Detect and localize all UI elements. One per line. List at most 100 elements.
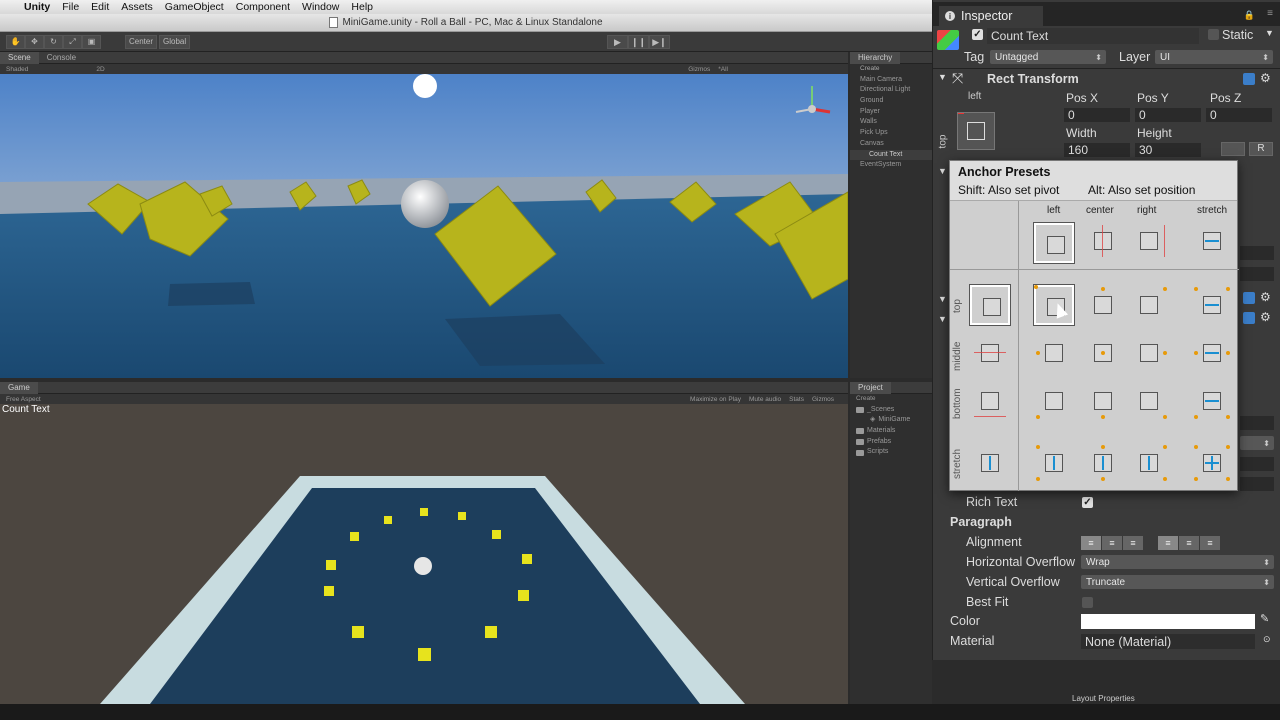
foldout-icon[interactable]: ▼ — [938, 314, 947, 324]
tab-inspector[interactable]: i Inspector — [939, 6, 1043, 26]
hierarchy-item[interactable]: Walls — [850, 117, 932, 128]
anchor-preset-right-middle[interactable] — [1133, 337, 1167, 369]
foldout-icon[interactable]: ▼ — [938, 166, 947, 176]
rect-transform-foldout-icon[interactable]: ▼ — [938, 72, 947, 82]
align-middle-icon[interactable]: ≡ — [1179, 536, 1199, 550]
align-top-icon[interactable]: ≡ — [1158, 536, 1178, 550]
anchor-preset-none-stretch[interactable] — [974, 447, 1006, 479]
menu-help[interactable]: Help — [351, 1, 373, 13]
menu-window[interactable]: Window — [302, 1, 339, 13]
menu-file[interactable]: File — [62, 1, 79, 13]
rich-text-checkbox[interactable]: ✓ — [1082, 497, 1093, 508]
anchor-preset-stretch-stretch[interactable] — [1194, 445, 1230, 481]
rect-tool-icon[interactable]: ▣ — [82, 34, 101, 49]
help-book-icon[interactable] — [1243, 312, 1255, 324]
pos-y-field[interactable]: 0 — [1135, 108, 1201, 122]
eyedropper-icon[interactable]: ✎ — [1260, 612, 1269, 625]
hidden-field[interactable] — [1240, 416, 1274, 430]
color-swatch[interactable] — [1081, 614, 1255, 629]
anchor-preset-none-top[interactable] — [970, 285, 1010, 325]
hierarchy-item[interactable]: Directional Light — [850, 85, 932, 96]
align-left-icon[interactable]: ≡ — [1081, 536, 1101, 550]
anchor-presets-button[interactable] — [957, 112, 995, 150]
hierarchy-item[interactable]: Player — [850, 107, 932, 118]
game-gizmos-dropdown[interactable]: Gizmos — [812, 396, 834, 403]
hierarchy-item[interactable]: Ground — [850, 96, 932, 107]
anchor-preset-right-none[interactable] — [1133, 225, 1165, 257]
maximize-on-play-toggle[interactable]: Maximize on Play — [690, 396, 741, 403]
menu-gameobject[interactable]: GameObject — [165, 1, 224, 13]
material-field[interactable]: None (Material) — [1081, 634, 1255, 649]
hand-tool-icon[interactable]: ✋ — [6, 34, 25, 49]
layout-properties-label[interactable]: Layout Properties — [1072, 694, 1135, 703]
hidden-field[interactable] — [1240, 246, 1274, 260]
hidden-field[interactable] — [1240, 267, 1274, 281]
game-view[interactable]: Count Text — [0, 404, 848, 704]
object-picker-icon[interactable]: ⊙ — [1263, 634, 1271, 645]
pos-z-field[interactable]: 0 — [1206, 108, 1272, 122]
scene-view[interactable] — [0, 74, 848, 378]
scene-search[interactable]: *All — [718, 66, 728, 73]
2d-toggle[interactable]: 2D — [96, 66, 104, 73]
anchor-preset-left-middle[interactable] — [1036, 337, 1070, 369]
scale-tool-icon[interactable]: ⤢ — [63, 34, 82, 49]
layer-dropdown[interactable]: UI — [1155, 50, 1273, 64]
tab-hierarchy[interactable]: Hierarchy — [850, 51, 901, 64]
global-toggle[interactable]: Global — [159, 34, 191, 49]
pause-button[interactable]: ❙❙ — [628, 35, 649, 49]
lock-icon[interactable]: 🔒 — [1244, 10, 1255, 21]
height-field[interactable]: 30 — [1135, 143, 1201, 157]
hidden-field[interactable] — [1240, 457, 1274, 471]
gear-icon[interactable]: ⚙ — [1260, 71, 1271, 85]
anchor-preset-right-stretch[interactable] — [1133, 445, 1167, 481]
tab-game[interactable]: Game — [0, 381, 38, 394]
anchor-preset-none[interactable] — [1034, 223, 1074, 263]
hidden-field[interactable] — [1240, 477, 1274, 491]
anchor-preset-right-bottom[interactable] — [1133, 385, 1167, 419]
anchor-preset-center-bottom[interactable] — [1087, 385, 1119, 419]
align-bottom-icon[interactable]: ≡ — [1200, 536, 1220, 550]
stats-toggle[interactable]: Stats — [789, 396, 804, 403]
menu-edit[interactable]: Edit — [91, 1, 109, 13]
hierarchy-item[interactable]: Main Camera — [850, 75, 932, 86]
anchor-preset-stretch-none[interactable] — [1196, 225, 1228, 257]
tab-project[interactable]: Project — [850, 381, 891, 394]
center-toggle[interactable]: Center — [125, 34, 158, 49]
play-button[interactable]: ▶ — [607, 35, 628, 49]
move-tool-icon[interactable]: ✥ — [25, 34, 44, 49]
anchor-preset-stretch-bottom[interactable] — [1194, 385, 1230, 419]
pos-x-field[interactable]: 0 — [1064, 108, 1130, 122]
anchor-preset-none-middle[interactable] — [974, 337, 1006, 369]
gear-icon[interactable]: ⚙ — [1260, 290, 1271, 304]
gear-icon[interactable]: ⚙ — [1260, 310, 1271, 324]
active-checkbox[interactable]: ✓ — [972, 29, 983, 40]
raw-edit-button[interactable]: R — [1249, 142, 1273, 156]
project-folder[interactable]: _Scenes — [856, 405, 932, 416]
anchor-preset-center-middle[interactable] — [1087, 337, 1119, 369]
anchor-preset-center-stretch[interactable] — [1087, 445, 1119, 481]
vertical-overflow-dropdown[interactable]: Truncate — [1081, 575, 1274, 589]
shading-mode-dropdown[interactable]: Shaded — [6, 66, 28, 73]
static-checkbox[interactable] — [1208, 29, 1219, 40]
project-create-dropdown[interactable]: Create — [856, 394, 932, 405]
panel-menu-icon[interactable]: ≡ — [1267, 8, 1273, 19]
scene-gizmos-dropdown[interactable]: Gizmos — [688, 66, 710, 73]
anchor-preset-center-top[interactable] — [1087, 287, 1119, 321]
menu-component[interactable]: Component — [236, 1, 290, 13]
hierarchy-item[interactable]: Canvas — [850, 139, 932, 150]
best-fit-checkbox[interactable] — [1082, 597, 1093, 608]
help-book-icon[interactable] — [1243, 73, 1255, 85]
menu-app-name[interactable]: Unity — [24, 1, 50, 13]
align-center-icon[interactable]: ≡ — [1102, 536, 1122, 550]
anchor-preset-center-none[interactable] — [1087, 225, 1119, 257]
hierarchy-item-selected[interactable]: Count Text — [850, 149, 932, 161]
menu-assets[interactable]: Assets — [121, 1, 153, 13]
foldout-icon[interactable]: ▼ — [938, 294, 947, 304]
anchor-preset-left-bottom[interactable] — [1036, 385, 1070, 419]
project-folder[interactable]: Materials — [856, 426, 932, 437]
aspect-dropdown[interactable]: Free Aspect — [6, 396, 41, 403]
align-right-icon[interactable]: ≡ — [1123, 536, 1143, 550]
help-book-icon[interactable] — [1243, 292, 1255, 304]
hierarchy-create-dropdown[interactable]: Create — [850, 64, 932, 75]
object-name-field[interactable]: Count Text — [987, 28, 1199, 44]
